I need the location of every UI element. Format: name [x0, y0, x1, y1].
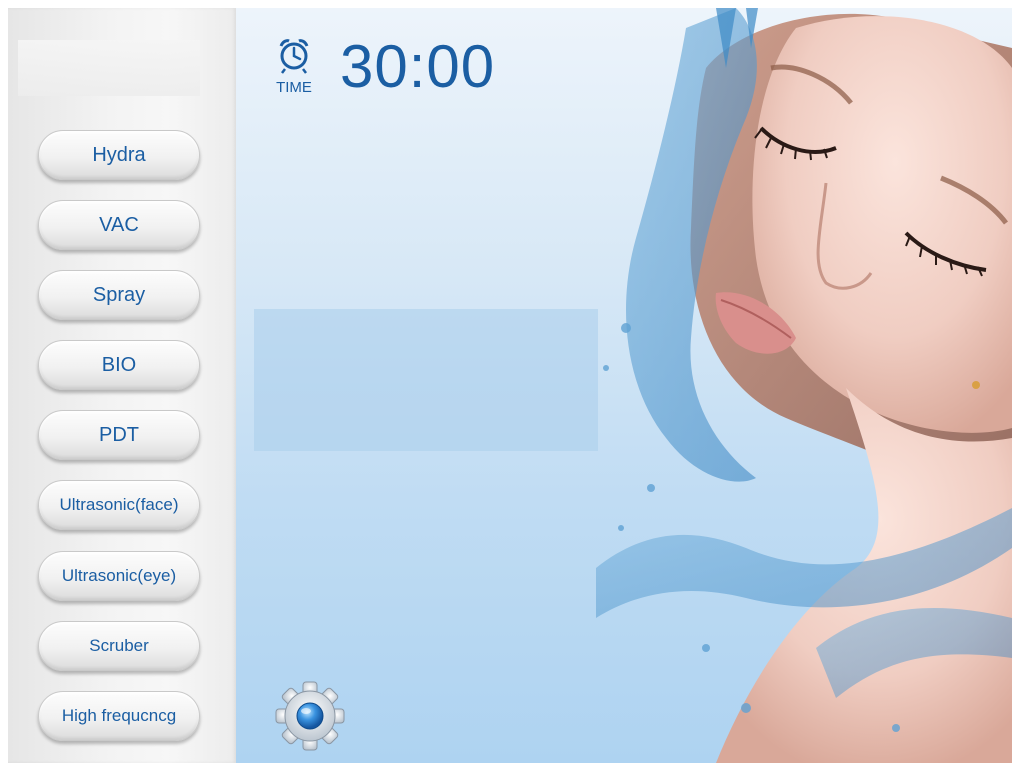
hydra-button[interactable]: Hydra — [38, 130, 200, 180]
vac-button[interactable]: VAC — [38, 200, 200, 250]
ultrasonic-eye-button[interactable]: Ultrasonic(eye) — [38, 551, 200, 601]
high-frequency-button[interactable]: High frequcncg — [38, 691, 200, 741]
bio-button[interactable]: BIO — [38, 340, 200, 390]
ultrasonic-face-button[interactable]: Ultrasonic(face) — [38, 480, 200, 530]
device-screen: Hydra VAC Spray BIO PDT Ultrasonic(face)… — [8, 8, 1012, 763]
alarm-clock-icon: TIME — [276, 39, 312, 96]
info-panel — [254, 309, 598, 451]
gear-icon[interactable] — [274, 680, 346, 752]
scruber-button[interactable]: Scruber — [38, 621, 200, 671]
main-area: TIME 30:00 — [236, 8, 1012, 763]
spray-button[interactable]: Spray — [38, 270, 200, 320]
sidebar: Hydra VAC Spray BIO PDT Ultrasonic(face)… — [8, 8, 236, 763]
timer-value: 30:00 — [340, 33, 496, 100]
pdt-button[interactable]: PDT — [38, 410, 200, 460]
timer-label: TIME — [276, 79, 312, 96]
face-water-illustration — [596, 8, 1012, 763]
logo-placeholder — [18, 40, 200, 96]
